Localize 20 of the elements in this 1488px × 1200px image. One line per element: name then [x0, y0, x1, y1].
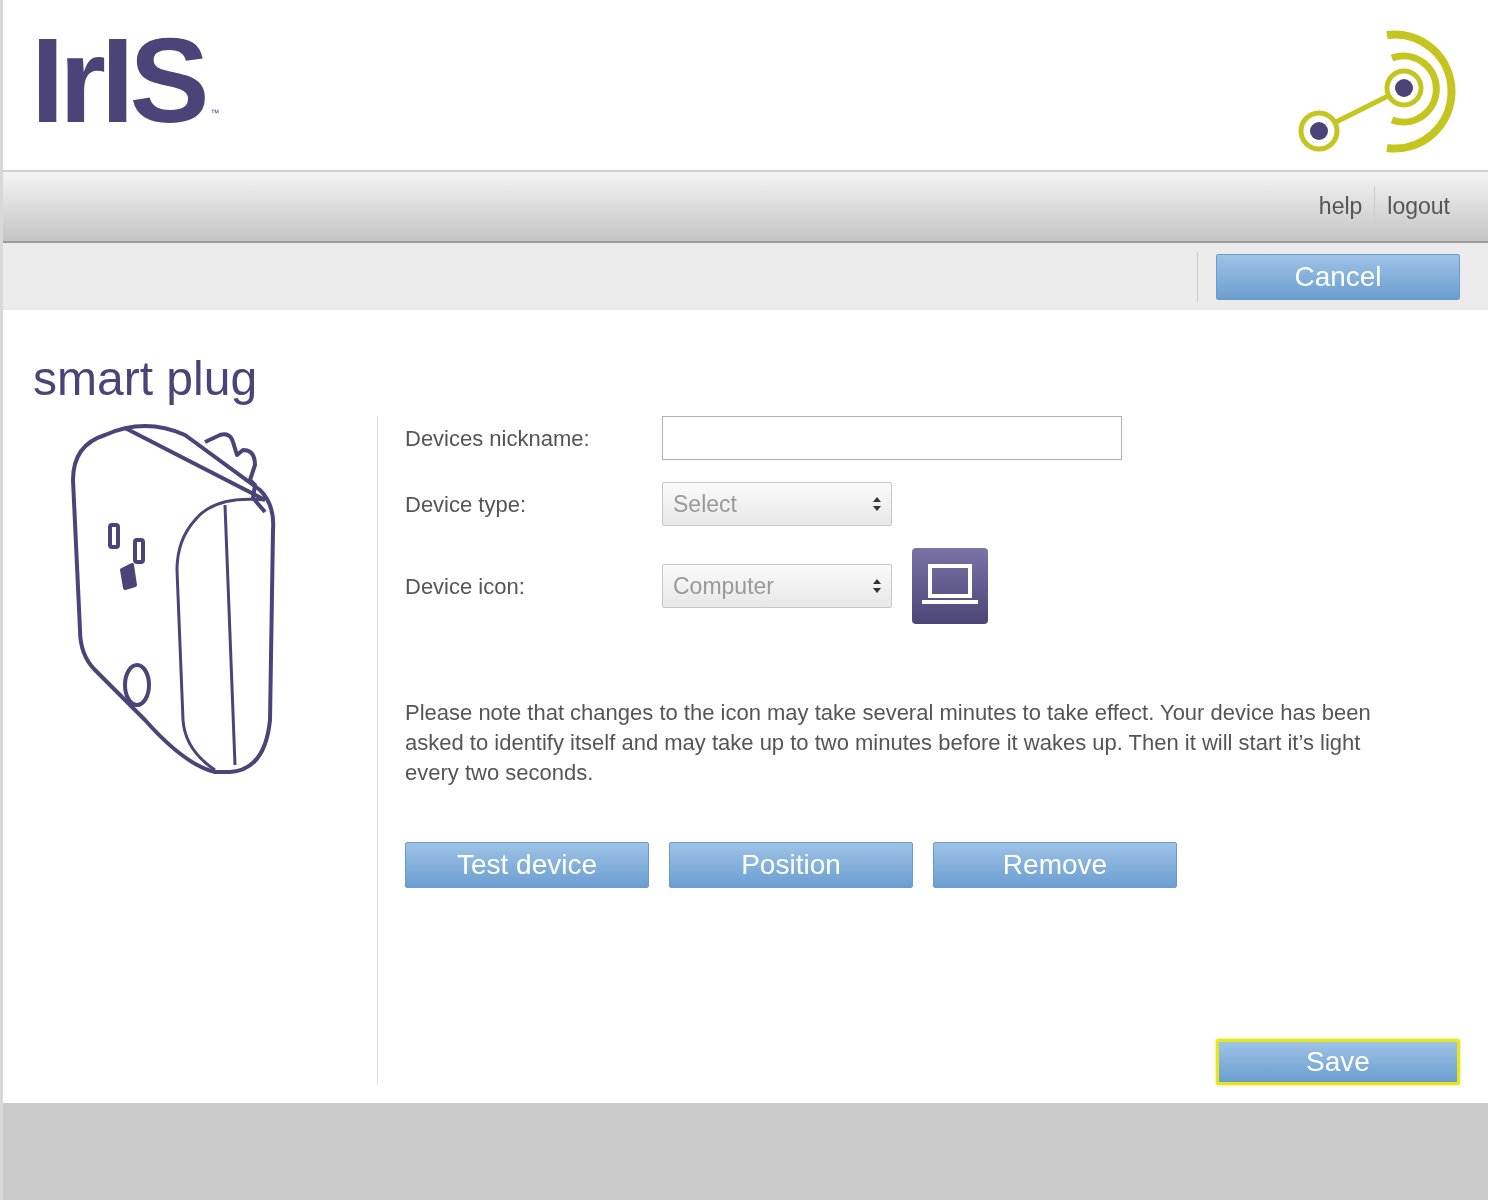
- info-paragraph: Please note that changes to the icon may take several minutes to take effect. Your device has been asked to identify itself and may take up to two minutes before it wakes up. Then it will start it’s light every two seconds.: [405, 699, 1372, 787]
- action-button[interactable]: Test device: [405, 842, 649, 888]
- action-button[interactable]: Position: [669, 842, 913, 888]
- save-button[interactable]: Save: [1216, 1039, 1460, 1085]
- logout-link[interactable]: logout: [1375, 189, 1462, 224]
- updown-arrow-icon: [873, 497, 881, 511]
- cancel-button[interactable]: Cancel: [1216, 253, 1460, 300]
- updown-arrow-icon: [873, 579, 881, 593]
- logo: IrIS: [31, 20, 205, 140]
- device-title: smart plug: [33, 351, 259, 407]
- dropdown[interactable]: Select: [662, 482, 892, 526]
- field-label: Device type:: [405, 490, 528, 519]
- laptop-icon: [912, 548, 988, 624]
- dropdown[interactable]: Computer: [662, 564, 892, 608]
- nickname-input[interactable]: [662, 416, 1122, 460]
- field-label: Devices nickname:: [405, 424, 591, 453]
- trademark: ™: [210, 106, 220, 120]
- field-label: Device icon:: [405, 572, 526, 601]
- help-link[interactable]: help: [1306, 189, 1375, 224]
- action-button[interactable]: Remove: [933, 842, 1177, 888]
